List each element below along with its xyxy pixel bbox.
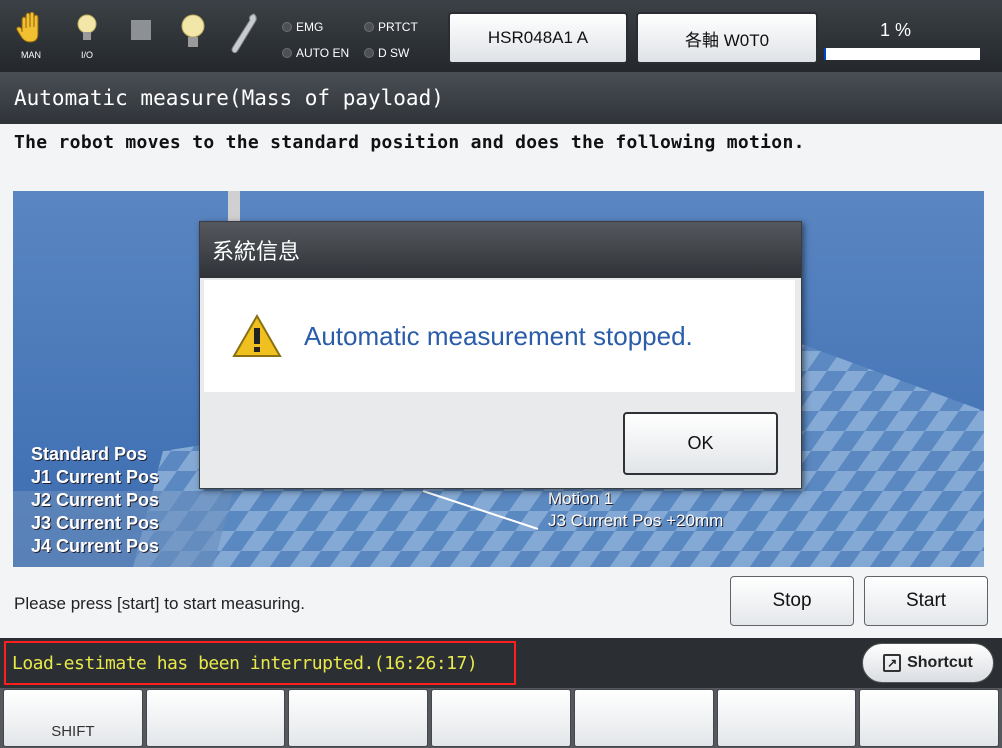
pos-item: J2 Current Pos [31, 490, 160, 510]
dialog-body: Automatic measurement stopped. [204, 280, 795, 392]
pos-item: J3 Current Pos [31, 513, 160, 533]
page-title: Automatic measure(Mass of payload) [0, 72, 1002, 124]
fkey-2[interactable] [145, 689, 286, 747]
io-icon[interactable]: I/O [72, 12, 102, 60]
motion-title: Motion 1 [548, 489, 614, 508]
pos-item: J4 Current Pos [31, 536, 160, 556]
emg-indicator: EMG [282, 20, 323, 34]
function-key-row: SHIFT [0, 688, 1002, 748]
fkey-7[interactable] [859, 689, 1000, 747]
system-message-dialog: 系統信息 Automatic measurement stopped. OK [199, 221, 802, 489]
motion-label: Motion 1 J3 Current Pos +20mm [548, 488, 723, 532]
robot-select-button[interactable]: HSR048A1 A [448, 12, 628, 64]
pos-item: Standard Pos [31, 444, 148, 464]
status-bar: Load-estimate has been interrupted.(16:2… [0, 638, 1002, 688]
motion-detail: J3 Current Pos +20mm [548, 511, 724, 530]
dialog-message: Automatic measurement stopped. [304, 320, 693, 351]
lamp-icon[interactable] [178, 12, 208, 60]
fkey-shift[interactable]: SHIFT [3, 689, 143, 747]
pos-item: J1 Current Pos [31, 467, 160, 487]
ok-button[interactable]: OK [623, 412, 778, 475]
position-list: Standard Pos J1 Current Pos J2 Current P… [31, 443, 159, 558]
fkey-3[interactable] [288, 689, 429, 747]
wrench-icon[interactable] [230, 12, 260, 60]
shortcut-button[interactable]: ↗ Shortcut [862, 643, 994, 683]
instruction-text: The robot moves to the standard position… [14, 132, 805, 153]
speed-override-fill [824, 48, 826, 60]
auto-en-indicator: AUTO EN [282, 46, 349, 60]
stop-button[interactable]: Stop [730, 576, 854, 626]
man-label: MAN [21, 50, 41, 60]
prompt-message: Please press [start] to start measuring. [14, 594, 306, 613]
d-sw-indicator: D SW [364, 46, 409, 60]
dialog-title: 系統信息 [200, 222, 801, 278]
shortcut-icon: ↗ [883, 654, 902, 672]
fkey-4[interactable] [431, 689, 571, 747]
prtct-indicator: PRTCT [364, 20, 418, 34]
io-label: I/O [80, 50, 93, 60]
speed-override-bar[interactable] [824, 48, 980, 60]
axis-mode-button[interactable]: 各軸 W0T0 [636, 12, 818, 64]
speed-override-value[interactable]: 1 % [880, 20, 911, 41]
start-button[interactable]: Start [864, 576, 988, 626]
top-toolbar: MAN I/O EMG PRTCT AUTO EN D SW HSR048A1 … [0, 0, 1002, 72]
fkey-6[interactable] [716, 689, 857, 747]
status-message[interactable]: Load-estimate has been interrupted.(16:2… [4, 641, 516, 685]
shortcut-label: Shortcut [907, 654, 973, 671]
stop-square-icon[interactable] [126, 12, 156, 60]
fkey-5[interactable] [573, 689, 714, 747]
hand-icon[interactable]: MAN [16, 11, 46, 60]
warning-icon [232, 314, 282, 357]
